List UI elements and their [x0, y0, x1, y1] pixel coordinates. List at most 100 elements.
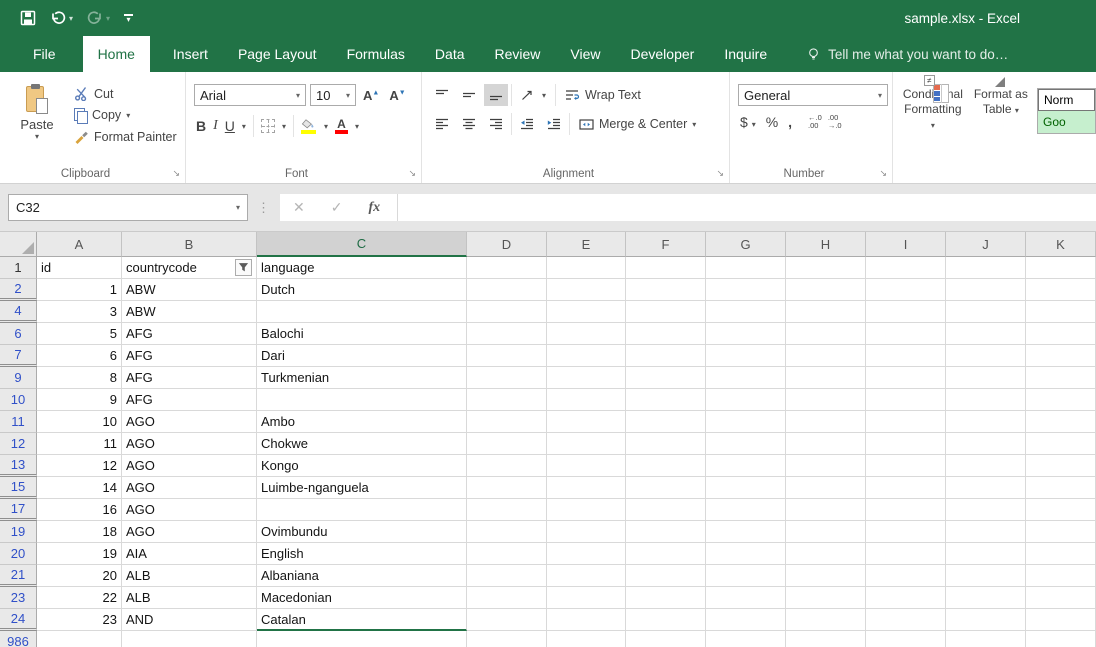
row-header-7[interactable]: 7	[0, 345, 37, 367]
row-header-12[interactable]: 12	[0, 433, 37, 455]
cell-H19[interactable]	[786, 521, 866, 543]
cell-E11[interactable]	[547, 411, 626, 433]
tab-inquire[interactable]: Inquire	[709, 36, 782, 72]
borders-dropdown-arrow[interactable]: ▾	[282, 122, 286, 131]
comma-style-button[interactable]: ,	[788, 114, 792, 130]
align-bottom-button[interactable]	[484, 84, 508, 106]
cell-F12[interactable]	[626, 433, 706, 455]
column-header-E[interactable]: E	[547, 232, 626, 257]
cell-D23[interactable]	[467, 587, 547, 609]
cell-A11[interactable]: 10	[37, 411, 122, 433]
cell-J19[interactable]	[946, 521, 1026, 543]
undo-button[interactable]: ▾	[50, 10, 73, 26]
cell-J23[interactable]	[946, 587, 1026, 609]
cell-J986[interactable]	[946, 631, 1026, 647]
row-header-10[interactable]: 10	[0, 389, 37, 411]
cell-I24[interactable]	[866, 609, 946, 631]
cell-I1[interactable]	[866, 257, 946, 279]
tab-view[interactable]: View	[555, 36, 615, 72]
cell-C9[interactable]: Turkmenian	[257, 367, 467, 389]
orientation-button[interactable]	[515, 84, 539, 106]
cell-K2[interactable]	[1026, 279, 1096, 301]
chevron-down-icon[interactable]: ▾	[342, 91, 350, 100]
cell-G4[interactable]	[706, 301, 786, 323]
cell-F19[interactable]	[626, 521, 706, 543]
customize-qat-button[interactable]: ▾	[124, 14, 133, 23]
cell-G7[interactable]	[706, 345, 786, 367]
cell-B4[interactable]: ABW	[122, 301, 257, 323]
font-name-combo[interactable]: Arial ▾	[194, 84, 306, 106]
cell-K4[interactable]	[1026, 301, 1096, 323]
cell-E10[interactable]	[547, 389, 626, 411]
cell-A2[interactable]: 1	[37, 279, 122, 301]
cell-A19[interactable]: 18	[37, 521, 122, 543]
cell-C15[interactable]: Luimbe-nganguela	[257, 477, 467, 499]
cell-G17[interactable]	[706, 499, 786, 521]
row-header-1[interactable]: 1	[0, 257, 37, 279]
filter-button-countrycode[interactable]	[235, 259, 252, 276]
cell-G1[interactable]	[706, 257, 786, 279]
cell-B15[interactable]: AGO	[122, 477, 257, 499]
cell-H20[interactable]	[786, 543, 866, 565]
tab-formulas[interactable]: Formulas	[332, 36, 420, 72]
accounting-dropdown-arrow[interactable]: ▾	[752, 120, 756, 129]
cell-B1[interactable]: countrycode	[122, 257, 257, 279]
cell-J7[interactable]	[946, 345, 1026, 367]
merge-center-button[interactable]: Merge & Center ▾	[579, 117, 696, 131]
cell-E19[interactable]	[547, 521, 626, 543]
cell-F15[interactable]	[626, 477, 706, 499]
cell-K6[interactable]	[1026, 323, 1096, 345]
column-header-I[interactable]: I	[866, 232, 946, 257]
column-header-J[interactable]: J	[946, 232, 1026, 257]
cell-D4[interactable]	[467, 301, 547, 323]
cell-J12[interactable]	[946, 433, 1026, 455]
cell-B20[interactable]: AIA	[122, 543, 257, 565]
cell-I986[interactable]	[866, 631, 946, 647]
cell-G23[interactable]	[706, 587, 786, 609]
cell-C986[interactable]	[257, 631, 467, 647]
clipboard-dialog-launcher[interactable]: ↘	[172, 168, 180, 179]
wrap-text-button[interactable]: Wrap Text	[565, 88, 641, 102]
cell-J4[interactable]	[946, 301, 1026, 323]
tab-developer[interactable]: Developer	[616, 36, 710, 72]
tab-home[interactable]: Home	[83, 36, 150, 72]
cell-H12[interactable]	[786, 433, 866, 455]
cell-D12[interactable]	[467, 433, 547, 455]
cell-F1[interactable]	[626, 257, 706, 279]
cell-I7[interactable]	[866, 345, 946, 367]
align-right-button[interactable]	[484, 113, 508, 135]
copy-button[interactable]: Copy ▾	[74, 108, 177, 122]
column-header-D[interactable]: D	[467, 232, 547, 257]
cell-C23[interactable]: Macedonian	[257, 587, 467, 609]
cell-G11[interactable]	[706, 411, 786, 433]
cell-F21[interactable]	[626, 565, 706, 587]
cell-G12[interactable]	[706, 433, 786, 455]
cell-D19[interactable]	[467, 521, 547, 543]
format-painter-button[interactable]: Format Painter	[74, 129, 177, 144]
name-box-dropdown-arrow[interactable]: ▾	[236, 203, 240, 212]
font-dialog-launcher[interactable]: ↘	[408, 168, 416, 179]
cell-style-good[interactable]: Goo	[1038, 111, 1095, 133]
cut-button[interactable]: Cut	[74, 86, 177, 101]
cell-B23[interactable]: ALB	[122, 587, 257, 609]
cell-E23[interactable]	[547, 587, 626, 609]
cell-B13[interactable]: AGO	[122, 455, 257, 477]
cell-B9[interactable]: AFG	[122, 367, 257, 389]
cell-J11[interactable]	[946, 411, 1026, 433]
column-header-A[interactable]: A	[37, 232, 122, 257]
accounting-format-button[interactable]: $ ▾	[740, 114, 756, 130]
font-color-dropdown-arrow[interactable]: ▾	[355, 122, 359, 131]
cell-H23[interactable]	[786, 587, 866, 609]
cell-B11[interactable]: AGO	[122, 411, 257, 433]
cell-I15[interactable]	[866, 477, 946, 499]
row-header-21[interactable]: 21	[0, 565, 37, 587]
row-header-13[interactable]: 13	[0, 455, 37, 477]
cell-J9[interactable]	[946, 367, 1026, 389]
cell-J2[interactable]	[946, 279, 1026, 301]
formula-bar-grip[interactable]: ⋮	[257, 200, 271, 216]
row-header-19[interactable]: 19	[0, 521, 37, 543]
column-header-B[interactable]: B	[122, 232, 257, 257]
cell-A21[interactable]: 20	[37, 565, 122, 587]
row-header-20[interactable]: 20	[0, 543, 37, 565]
cell-B7[interactable]: AFG	[122, 345, 257, 367]
